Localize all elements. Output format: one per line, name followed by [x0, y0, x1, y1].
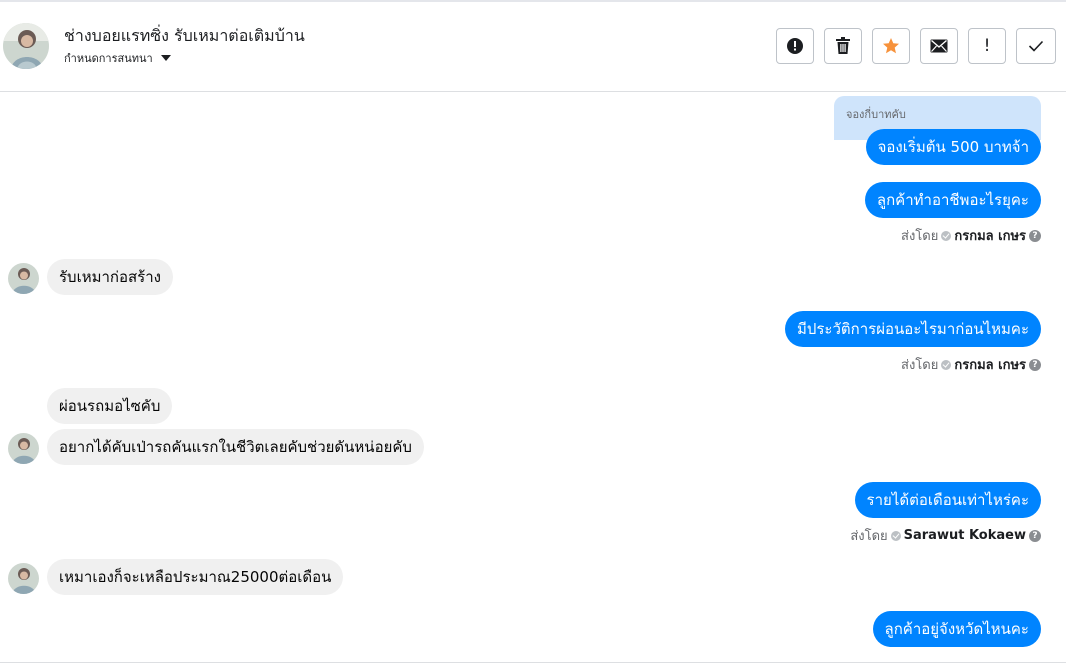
email-button[interactable]	[920, 28, 958, 64]
sent-by-label: ส่งโดย กรกมล เกษร ?	[901, 225, 1041, 246]
sent-by-prefix: ส่งโดย	[901, 229, 939, 244]
exclamation-icon: !	[983, 36, 991, 56]
star-icon	[883, 38, 899, 54]
sent-by-label: ส่งโดย Sarawut Kokaew ?	[850, 525, 1041, 546]
outgoing-message[interactable]: จองเริ่มต้น 500 บาทจ้า	[865, 129, 1041, 165]
outgoing-message[interactable]: รายได้ต่อเดือนเท่าไหร่คะ	[854, 482, 1041, 518]
reply-preview-text: จองกี่บาทคับ	[846, 108, 906, 121]
sender-name: Sarawut Kokaew	[903, 528, 1026, 543]
spam-button[interactable]	[776, 28, 814, 64]
composer-divider	[0, 662, 1066, 663]
contact-name[interactable]: ช่างบอยแรทซิ่ง รับเหมาต่อเติมบ้าน	[64, 24, 305, 49]
incoming-message[interactable]: ผ่อนรถมอไซคับ	[47, 388, 173, 424]
sent-by-label: ส่งโดย กรกมล เกษร ?	[901, 354, 1041, 375]
incoming-message[interactable]: อยากได้คับเป่ารถคันแรกในชีวิตเลยคับช่วยด…	[47, 429, 424, 465]
delete-button[interactable]	[824, 28, 862, 64]
help-icon[interactable]: ?	[1029, 229, 1041, 242]
help-icon[interactable]: ?	[1029, 529, 1041, 542]
contact-avatar-small	[8, 433, 39, 464]
help-icon[interactable]: ?	[1029, 358, 1041, 371]
conversation-schedule-dropdown[interactable]: กำหนดการสนทนา	[64, 49, 171, 67]
checkmark-icon	[1028, 40, 1044, 52]
contact-avatar-small	[8, 263, 39, 294]
caret-down-icon	[160, 55, 171, 61]
done-button[interactable]	[1016, 28, 1056, 64]
follow-up-button[interactable]: !	[968, 28, 1006, 64]
outgoing-message[interactable]: ลูกค้าอยู่จังหวัดไหนคะ	[872, 611, 1041, 647]
outgoing-message[interactable]: มีประวัติการผ่อนอะไรมาก่อนไหมคะ	[784, 311, 1041, 347]
conversation-header: ช่างบอยแรทซิ่ง รับเหมาต่อเติมบ้าน กำหนดก…	[0, 2, 1066, 92]
incoming-message[interactable]: เหมาเองก็จะเหลือประมาณ25000ต่อเดือน	[47, 559, 344, 595]
verified-check-icon	[890, 530, 901, 541]
envelope-icon	[930, 39, 948, 53]
verified-check-icon	[941, 230, 952, 241]
sender-name: กรกมล เกษร	[954, 229, 1026, 244]
contact-avatar-small	[8, 563, 39, 594]
star-button[interactable]	[872, 28, 910, 64]
schedule-label: กำหนดการสนทนา	[64, 52, 153, 65]
sent-by-prefix: ส่งโดย	[901, 358, 939, 373]
verified-check-icon	[941, 359, 952, 370]
alert-circle-icon	[787, 38, 803, 54]
sender-name: กรกมล เกษร	[954, 358, 1026, 373]
sent-by-prefix: ส่งโดย	[850, 529, 888, 544]
outgoing-message[interactable]: ลูกค้าทำอาชีพอะไรยุคะ	[864, 182, 1041, 218]
trash-icon	[836, 37, 850, 54]
contact-avatar[interactable]	[3, 23, 49, 69]
incoming-message[interactable]: รับเหมาก่อสร้าง	[47, 259, 173, 295]
